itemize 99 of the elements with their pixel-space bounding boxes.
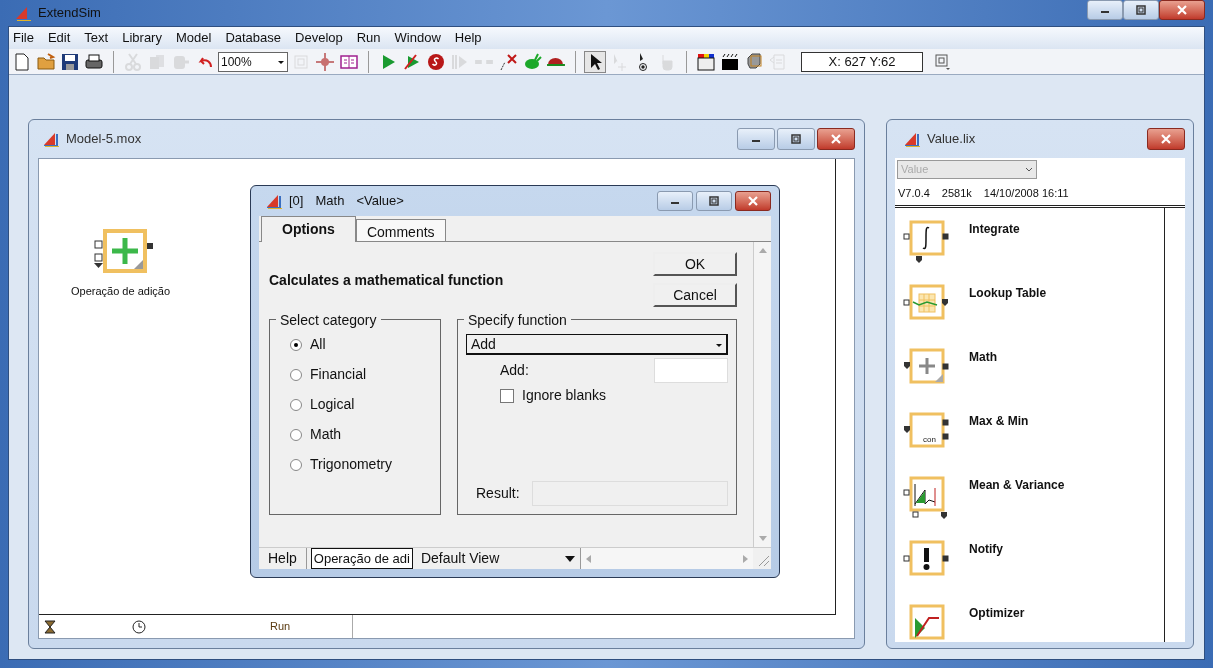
crosshair-tool[interactable]: [314, 50, 336, 73]
crosshair-icon: [315, 51, 335, 72]
close-button[interactable]: [1147, 128, 1185, 150]
open-folder-tool[interactable]: [35, 50, 57, 73]
model-window-title: Model-5.mox: [66, 130, 142, 149]
printer-icon: [84, 51, 104, 72]
menu-item[interactable]: Run: [356, 28, 381, 48]
coordinates-display: X: 627 Y:62: [801, 51, 923, 72]
window-title: ExtendSim: [38, 4, 101, 23]
close-icon: [830, 134, 842, 144]
radio-button[interactable]: [290, 338, 302, 351]
minimize-button[interactable]: [657, 191, 693, 211]
scissors-icon: [123, 51, 143, 72]
view-icon: [932, 51, 952, 72]
dialog-title-library: <Value>: [356, 192, 404, 211]
add-input-field[interactable]: [654, 358, 728, 383]
chart-block-icon[interactable]: [903, 474, 949, 520]
dialog-tab[interactable]: Comments: [355, 219, 446, 241]
maximize-icon: [790, 134, 802, 144]
minimize-button[interactable]: [1087, 0, 1123, 20]
connector-icon: [474, 58, 494, 65]
new-file-icon: [12, 51, 32, 72]
close-icon: [1160, 134, 1172, 144]
library-block-name[interactable]: Mean & Variance: [969, 476, 1065, 494]
close-icon: [747, 196, 759, 206]
library-block-name[interactable]: Max & Min: [969, 412, 1029, 430]
menu-item[interactable]: Database: [225, 28, 282, 48]
stop-icon: [426, 51, 446, 72]
status-text: Run: [270, 619, 291, 635]
library-logo-icon: [903, 131, 921, 147]
library-block-name[interactable]: Math: [969, 348, 997, 366]
radio-label: Trigonometry: [310, 455, 392, 474]
radio-button[interactable]: [290, 428, 302, 441]
scroll-left-icon: [584, 553, 593, 564]
close-button[interactable]: [735, 191, 771, 211]
fill-pattern-icon: [720, 51, 740, 72]
close-button[interactable]: [817, 128, 855, 150]
dialog-title-name: Math: [315, 192, 345, 211]
library-version: V7.0.4: [898, 185, 930, 201]
maximize-button[interactable]: [777, 128, 815, 150]
integral-block-icon[interactable]: [903, 218, 949, 264]
scroll-right-icon: [741, 553, 749, 564]
library-size: 2581k: [941, 185, 972, 201]
block-icon-text: con: [923, 435, 936, 444]
radio-button[interactable]: [290, 458, 302, 471]
dropdown-arrow-icon: [563, 554, 576, 563]
radio-label: All: [310, 335, 326, 354]
block-logo-icon: [265, 193, 283, 209]
dialog-tab[interactable]: Options: [261, 216, 356, 242]
library-date: 14/10/2008 16:11: [983, 185, 1069, 201]
broken-link-icon: [498, 51, 518, 72]
library-block-name[interactable]: Lookup Table: [969, 284, 1047, 302]
function-dropdown[interactable]: Add: [466, 334, 728, 355]
rabbit-icon: [522, 51, 542, 72]
radio-label: Logical: [310, 395, 355, 414]
zoom-field[interactable]: 100%: [218, 51, 288, 72]
field-label: Result:: [476, 484, 520, 503]
ok-button[interactable]: OK: [653, 252, 737, 276]
block-label: Operação de adição: [71, 284, 171, 299]
model-logo-icon: [42, 131, 60, 147]
menu-item[interactable]: Window: [394, 28, 441, 48]
menu-item[interactable]: File: [13, 28, 34, 48]
block-name-field[interactable]: Operação de adi: [310, 548, 413, 569]
library-window-title: Value.lix: [927, 130, 976, 149]
radio-label: Math: [310, 425, 342, 444]
radio-button[interactable]: [290, 368, 302, 381]
save-icon: [60, 51, 80, 72]
horizontal-scrollbar[interactable]: [580, 548, 753, 569]
library-block-name[interactable]: Optimizer: [969, 604, 1025, 622]
menu-item[interactable]: Help: [454, 28, 482, 48]
close-button[interactable]: [1159, 0, 1205, 20]
maximize-button[interactable]: [1123, 0, 1159, 20]
open-folder-icon: [36, 51, 56, 72]
clock-icon: [132, 619, 146, 634]
menu-item[interactable]: Library: [122, 28, 162, 48]
menu-item[interactable]: Develop: [295, 28, 343, 48]
block-description: Calculates a mathematical function: [269, 271, 504, 290]
cancel-button[interactable]: Cancel: [653, 283, 737, 307]
shape-icon: [744, 51, 764, 72]
pointer-tool[interactable]: [584, 50, 606, 73]
maximize-icon: [1135, 5, 1147, 15]
checkbox[interactable]: [500, 388, 514, 403]
turtle-icon: [546, 56, 566, 67]
checkbox-label: Ignore blanks: [522, 386, 607, 405]
library-block-name[interactable]: Notify: [969, 540, 1003, 558]
field-label: Add:: [500, 361, 529, 380]
hourglass-icon: [44, 619, 56, 634]
library-block-name[interactable]: Integrate: [969, 220, 1020, 238]
layers-icon: [768, 51, 788, 72]
menu-item[interactable]: Model: [175, 28, 212, 48]
maximize-icon: [708, 196, 720, 206]
app-logo-icon: [14, 5, 32, 21]
dialog-title-index: [0]: [289, 192, 304, 211]
maximize-button[interactable]: [696, 191, 732, 211]
menu-item[interactable]: Text: [84, 28, 109, 48]
menu-item[interactable]: Edit: [47, 28, 71, 48]
close-icon: [1176, 5, 1188, 15]
radio-button[interactable]: [290, 398, 302, 411]
radio-label: Financial: [310, 365, 367, 384]
